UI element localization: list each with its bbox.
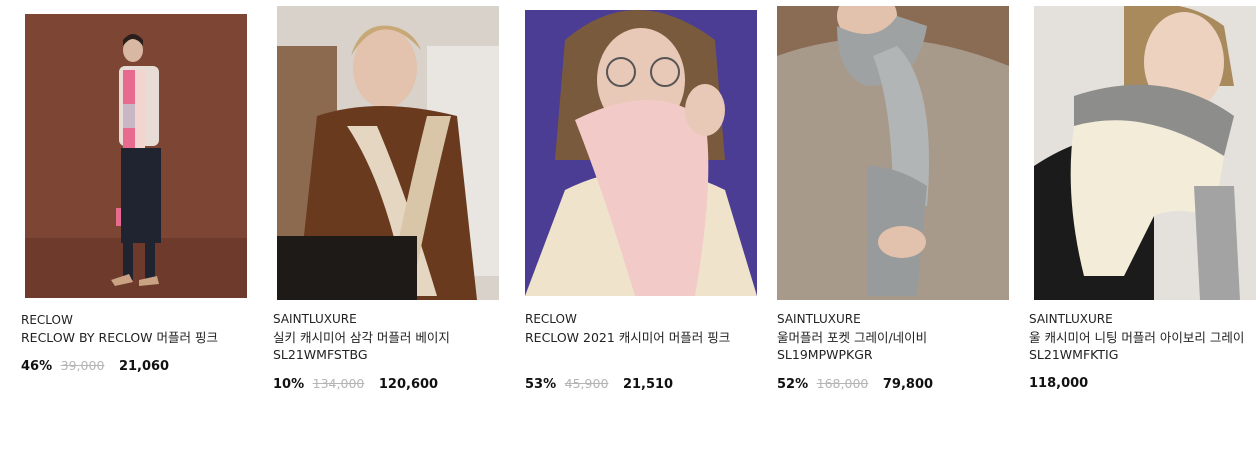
- product-price-row: 52% 168,000 79,800: [777, 376, 933, 392]
- product-brand[interactable]: SAINTLUXURE: [273, 312, 357, 326]
- product-image[interactable]: [21, 8, 251, 300]
- product-name[interactable]: 울머플러 포켓 그레이/네이비 SL19MPWPKGR: [777, 329, 1005, 363]
- sale-price: 118,000: [1029, 376, 1089, 391]
- product-photo: [525, 10, 757, 296]
- original-price: 168,000: [816, 376, 869, 391]
- product-photo: [1034, 6, 1256, 300]
- product-grid: RECLOW RECLOW BY RECLOW 머플러 핑크 46% 39,00…: [0, 0, 1259, 453]
- product-price-row: 118,000: [1029, 376, 1088, 391]
- product-photo: [25, 14, 247, 298]
- original-price: 39,000: [60, 358, 105, 373]
- product-image[interactable]: [777, 6, 1009, 300]
- product-price-row: 53% 45,900 21,510: [525, 376, 673, 392]
- product-name[interactable]: RECLOW BY RECLOW 머플러 핑크: [21, 329, 249, 346]
- product-name[interactable]: 실키 캐시미어 삼각 머플러 베이지 SL21WMFSTBG: [273, 329, 501, 363]
- product-photo: [277, 6, 499, 300]
- product-photo: [777, 6, 1009, 300]
- product-name[interactable]: RECLOW 2021 캐시미어 머플러 핑크: [525, 329, 733, 346]
- sale-price: 120,600: [378, 377, 439, 392]
- discount-rate: 46%: [21, 359, 53, 374]
- product-name[interactable]: 울 캐시미어 니팅 머플러 아이보리 그레이 SL21WMFKTIG: [1029, 329, 1257, 363]
- product-brand[interactable]: SAINTLUXURE: [777, 312, 861, 326]
- product-image[interactable]: [1034, 6, 1256, 300]
- discount-rate: 52%: [777, 377, 809, 392]
- product-image[interactable]: [525, 10, 757, 296]
- sale-price: 21,060: [118, 359, 170, 374]
- sale-price: 21,510: [622, 377, 674, 392]
- original-price: 45,900: [564, 376, 609, 391]
- product-brand[interactable]: RECLOW: [525, 312, 577, 326]
- discount-rate: 10%: [273, 377, 305, 392]
- product-price-row: 10% 134,000 120,600: [273, 376, 438, 392]
- product-brand[interactable]: RECLOW: [21, 313, 73, 327]
- original-price: 134,000: [312, 376, 365, 391]
- product-brand[interactable]: SAINTLUXURE: [1029, 312, 1113, 326]
- sale-price: 79,800: [882, 377, 934, 392]
- discount-rate: 53%: [525, 377, 557, 392]
- product-price-row: 46% 39,000 21,060: [21, 358, 169, 374]
- product-image[interactable]: [277, 6, 499, 300]
